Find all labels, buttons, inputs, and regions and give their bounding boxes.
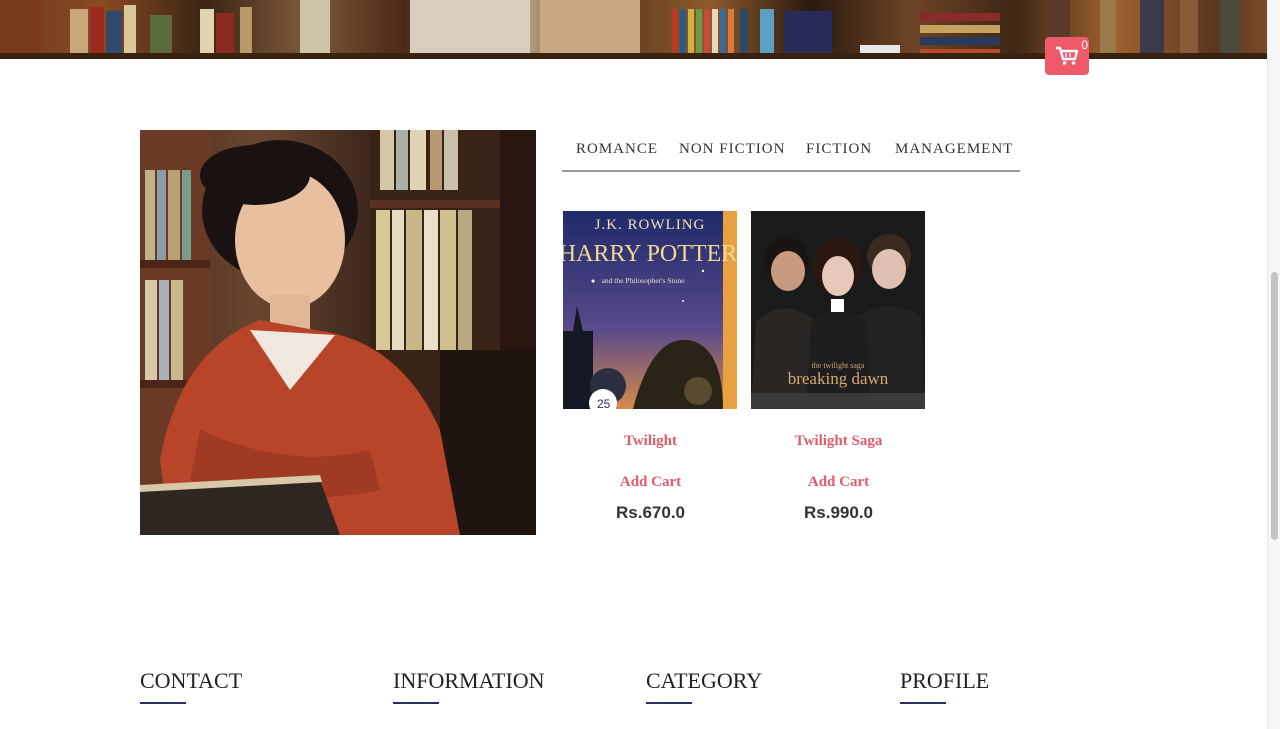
footer-underline: [393, 702, 439, 704]
product-card: 25 J.K. ROWLING HARRY POTTER and the Phi…: [563, 211, 738, 522]
cart-button[interactable]: 0: [1045, 37, 1089, 75]
footer-underline: [140, 702, 186, 704]
svg-text:25: 25: [597, 397, 611, 409]
cover-title-text: breaking dawn: [788, 369, 889, 388]
tab-fiction[interactable]: FICTION: [806, 141, 872, 158]
add-cart-button[interactable]: Add Cart: [563, 474, 738, 491]
book-cover-image[interactable]: the twilight saga breaking dawn: [751, 211, 925, 409]
tab-management[interactable]: MANAGEMENT: [895, 141, 1013, 158]
product-title[interactable]: Twilight Saga: [751, 433, 926, 450]
footer-heading-information: INFORMATION: [393, 668, 545, 693]
product-card: the twilight saga breaking dawn Twilight…: [751, 211, 926, 522]
cover-author-text: J.K. ROWLING: [595, 217, 706, 233]
product-price: Rs.670.0: [616, 503, 685, 522]
product-price: Rs.990.0: [804, 503, 873, 522]
category-tabs: ROMANCE NON FICTION FICTION MANAGEMENT: [562, 130, 1020, 172]
page-scrollbar[interactable]: [1267, 0, 1280, 729]
footer-heading-category: CATEGORY: [646, 668, 763, 693]
footer-heading-profile: PROFILE: [900, 668, 990, 693]
tab-non-fiction[interactable]: NON FICTION: [679, 141, 785, 158]
product-title[interactable]: Twilight: [563, 433, 738, 450]
footer-heading-contact: CONTACT: [140, 668, 243, 693]
add-cart-button[interactable]: Add Cart: [751, 474, 926, 491]
book-cover-image[interactable]: 25 J.K. ROWLING HARRY POTTER and the Phi…: [563, 211, 737, 409]
cart-icon: [1056, 46, 1079, 65]
reading-woman-image: [140, 130, 536, 535]
cover-subtitle-text: and the Philosopher's Stone: [602, 276, 685, 285]
footer-underline: [646, 702, 692, 704]
tab-romance[interactable]: ROMANCE: [576, 141, 658, 158]
cart-count-badge: 0: [1081, 38, 1088, 52]
cover-title-text: HARRY POTTER: [563, 241, 737, 267]
scrollbar-thumb[interactable]: [1271, 272, 1278, 540]
footer-underline: [900, 702, 946, 704]
